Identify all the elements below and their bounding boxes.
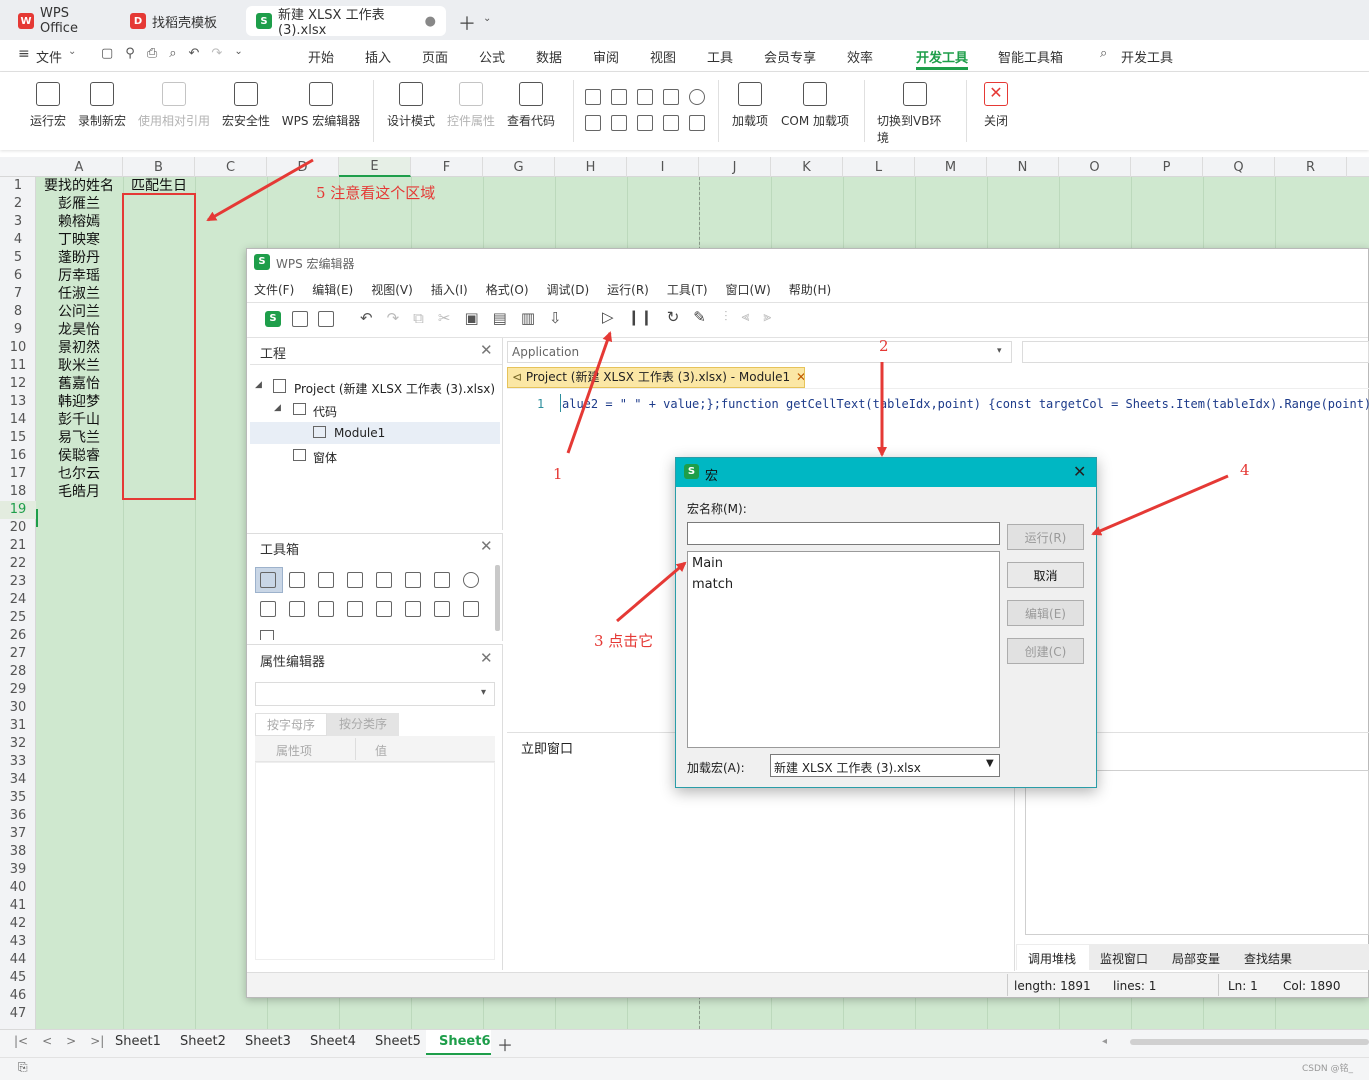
arrow-4 (1091, 474, 1229, 536)
annotation-arrows (206, 158, 1229, 623)
annotation-1: 1 (553, 465, 563, 483)
arrow-1 (566, 331, 613, 454)
annotation-5: 5 注意看这个区域 (316, 184, 436, 202)
annotation-3: 3 点击它 (594, 632, 654, 650)
annotation-4: 4 (1240, 461, 1250, 479)
annotation-2: 2 (879, 337, 889, 355)
arrow-5 (206, 158, 314, 222)
arrow-3 (616, 561, 687, 623)
